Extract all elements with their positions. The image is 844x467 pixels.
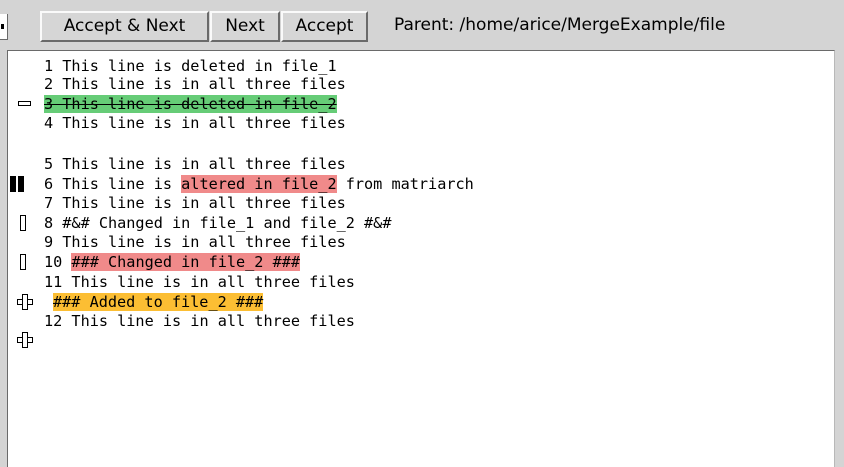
line-text: 9 This line is in all three files (44, 233, 346, 251)
merge-line-8-changed[interactable]: 8 #&# Changed in file_1 and file_2 #&# (8, 214, 828, 232)
line-text: 4 This line is in all three files (44, 114, 346, 132)
merge-line-3-deleted[interactable]: 3 This line is deleted in file_2 (8, 95, 828, 113)
line-text: 12 This line is in all three files (44, 312, 355, 330)
changed-text-highlight: altered in file_2 (181, 175, 337, 193)
toolbar: Accept & Next Next Accept Parent: /home/… (0, 0, 844, 50)
deleted-line-text: 3 This line is deleted in file_2 (44, 95, 337, 113)
line-text: 11 This line is in all three files (44, 273, 355, 291)
double-block-icon[interactable] (10, 176, 24, 192)
merge-window: Accept & Next Next Accept Parent: /home/… (0, 0, 844, 467)
merge-line-5[interactable]: 5 This line is in all three files (8, 155, 828, 173)
line-text: 10 ### Changed in file_2 ### (44, 253, 301, 271)
scrollbar-thumb-icon (1, 24, 4, 29)
next-button[interactable]: Next (210, 11, 280, 42)
merge-line-1[interactable]: 1 This line is deleted in file_1 (8, 57, 828, 75)
merge-line-12[interactable]: 12 This line is in all three files (8, 312, 828, 330)
insert-point-line[interactable] (8, 331, 828, 349)
accept-button[interactable]: Accept (281, 11, 368, 42)
line-text-suffix: from matriarch (336, 175, 474, 193)
line-text: 2 This line is in all three files (44, 75, 346, 93)
scrollbar-fragment[interactable] (0, 14, 8, 40)
line-text: 6 This line is altered in file_2 from ma… (44, 175, 474, 193)
merge-text-pane[interactable]: 1 This line is deleted in file_1 2 This … (7, 50, 835, 467)
line-text-prefix: 6 This line is (44, 175, 182, 193)
line-text-prefix: 10 (44, 253, 72, 271)
changed-text-highlight: ### Changed in file_2 ### (71, 253, 301, 271)
line-text: 5 This line is in all three files (44, 155, 346, 173)
line-text: 1 This line is deleted in file_1 (44, 57, 337, 75)
merge-line-2[interactable]: 2 This line is in all three files (8, 75, 828, 93)
merge-line-6-conflict[interactable]: 6 This line is altered in file_2 from ma… (8, 175, 828, 193)
merge-line-added[interactable]: ### Added to file_2 ### (8, 293, 828, 311)
thin-bar-icon[interactable] (20, 254, 26, 270)
merge-line-4[interactable]: 4 This line is in all three files (8, 114, 828, 132)
thin-bar-icon[interactable] (20, 215, 26, 231)
line-text: 7 This line is in all three files (44, 194, 346, 212)
line-text: 8 #&# Changed in file_1 and file_2 #&# (44, 214, 392, 232)
merge-line-9[interactable]: 9 This line is in all three files (8, 233, 828, 251)
merge-line-10-changed[interactable]: 10 ### Changed in file_2 ### (8, 253, 828, 271)
merge-line-11[interactable]: 11 This line is in all three files (8, 273, 828, 291)
accept-and-next-button[interactable]: Accept & Next (40, 11, 209, 42)
parent-path-label: Parent: /home/arice/MergeExample/file (394, 15, 726, 35)
added-line-text: ### Added to file_2 ### (53, 293, 264, 311)
plus-cross-icon[interactable] (17, 332, 33, 348)
minus-box-icon[interactable] (18, 101, 31, 106)
merge-line-7[interactable]: 7 This line is in all three files (8, 194, 828, 212)
plus-cross-icon[interactable] (17, 294, 33, 310)
